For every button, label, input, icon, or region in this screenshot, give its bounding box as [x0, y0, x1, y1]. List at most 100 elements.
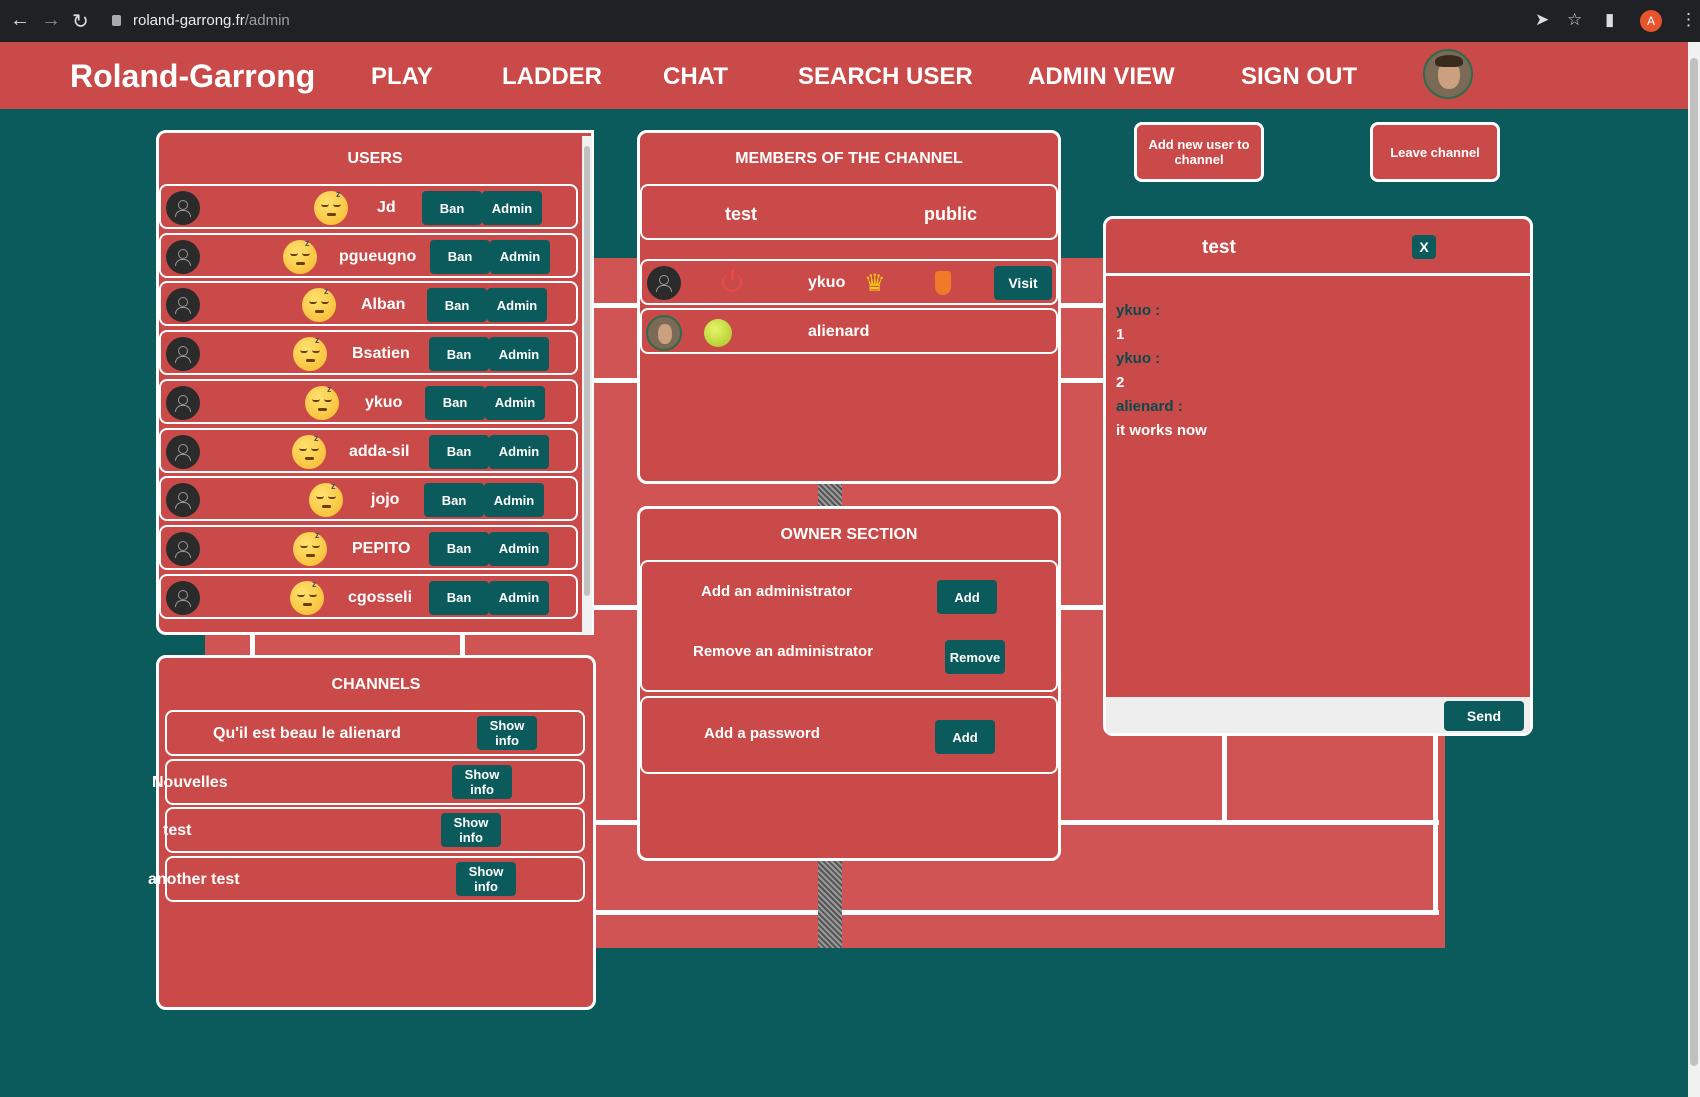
- users-scrollbar[interactable]: [582, 136, 592, 634]
- message-author: ykuo :: [1116, 302, 1161, 319]
- show-info-button[interactable]: Show info: [477, 716, 537, 750]
- reload-icon[interactable]: ↻: [72, 9, 89, 34]
- leave-channel-button[interactable]: Leave channel: [1370, 122, 1500, 182]
- message-author: alienard :: [1116, 398, 1183, 415]
- ban-button[interactable]: Ban: [429, 337, 489, 372]
- forward-icon[interactable]: →: [41, 9, 61, 32]
- sleeping-face-icon: z: [290, 579, 324, 615]
- nav-play[interactable]: PLAY: [371, 63, 433, 91]
- channel-info-row: test public: [640, 184, 1058, 240]
- nav-search-user[interactable]: SEARCH USER: [798, 63, 973, 91]
- admin-button[interactable]: Admin: [489, 531, 549, 566]
- user-row: z Jd Ban Admin: [159, 184, 578, 229]
- show-info-button[interactable]: Show info: [441, 813, 501, 847]
- ban-button[interactable]: Ban: [429, 580, 489, 615]
- admin-button[interactable]: Admin: [487, 288, 547, 323]
- show-info-button[interactable]: Show info: [452, 764, 512, 799]
- channel-row: Nouvelles Show info: [152, 758, 585, 805]
- message-text: it works now: [1116, 422, 1207, 439]
- owner-title: OWNER SECTION: [780, 526, 918, 543]
- user-row: z adda-sil Ban Admin: [159, 427, 578, 473]
- profile-avatar[interactable]: A: [1640, 10, 1662, 32]
- add-admin-label: Add an administrator: [701, 583, 852, 600]
- channel-type: public: [924, 204, 977, 224]
- member-avatar: [646, 315, 682, 351]
- send-icon[interactable]: ➤: [1535, 10, 1549, 30]
- send-button[interactable]: Send: [1444, 701, 1524, 731]
- nav-admin-view[interactable]: ADMIN VIEW: [1028, 63, 1175, 91]
- close-chat-button[interactable]: X: [1412, 235, 1436, 259]
- hand-icon[interactable]: [935, 271, 951, 295]
- chat-title: test: [1202, 237, 1236, 258]
- user-name: PEPITO: [352, 539, 411, 557]
- court-line: [594, 910, 1439, 915]
- admin-button[interactable]: Admin: [484, 483, 544, 518]
- sleeping-face-icon: z: [293, 530, 327, 566]
- channel-name: Nouvelles: [152, 773, 228, 791]
- admin-button[interactable]: Admin: [485, 385, 545, 420]
- admin-button[interactable]: Admin: [489, 580, 549, 615]
- sleeping-face-icon: z: [309, 481, 343, 518]
- admin-button[interactable]: Admin: [489, 337, 549, 372]
- sleeping-face-icon: z: [292, 433, 326, 469]
- nav-sign-out[interactable]: SIGN OUT: [1241, 63, 1357, 91]
- user-name: Jd: [377, 199, 396, 216]
- user-avatar: [166, 483, 200, 518]
- remove-admin-button[interactable]: Remove: [945, 640, 1005, 674]
- channel-row: test Show info: [163, 807, 585, 853]
- star-icon[interactable]: ☆: [1567, 10, 1582, 30]
- sleeping-face-icon: z: [314, 189, 348, 225]
- message-author: ykuo :: [1116, 350, 1161, 367]
- sleeping-face-icon: z: [283, 238, 317, 274]
- ban-button[interactable]: Ban: [429, 434, 489, 469]
- channel-name: test: [163, 822, 192, 839]
- nav-chat[interactable]: CHAT: [663, 63, 728, 91]
- user-name: Bsatien: [352, 345, 410, 363]
- user-row: z Bsatien Ban Admin: [159, 330, 578, 376]
- admin-button[interactable]: Admin: [490, 239, 550, 274]
- channel-name: test: [725, 204, 758, 224]
- admin-button[interactable]: Admin: [482, 191, 542, 225]
- member-name: alienard: [808, 323, 870, 340]
- ban-button[interactable]: Ban: [425, 385, 485, 420]
- back-icon[interactable]: ←: [10, 9, 30, 32]
- show-info-button[interactable]: Show info: [456, 861, 516, 896]
- sidebar-icon[interactable]: ▮: [1605, 10, 1614, 30]
- ban-button[interactable]: Ban: [424, 483, 484, 518]
- ban-button[interactable]: Ban: [422, 191, 482, 225]
- channel-row: Qu'il est beau le alienard Show info: [165, 710, 585, 756]
- crown-icon: ♛: [864, 270, 886, 297]
- user-name: adda-sil: [349, 442, 410, 460]
- remove-admin-label: Remove an administrator: [693, 643, 874, 660]
- add-password-button[interactable]: Add: [935, 720, 995, 754]
- brand-logo[interactable]: Roland-Garrong: [70, 58, 315, 95]
- ban-button[interactable]: Ban: [427, 288, 487, 323]
- site-header: Roland-Garrong PLAY LADDER CHAT SEARCH U…: [0, 42, 1688, 109]
- user-avatar: [166, 191, 200, 225]
- channels-title: CHANNELS: [331, 676, 421, 693]
- user-avatar[interactable]: [1423, 49, 1473, 99]
- user-avatar: [166, 580, 200, 615]
- sleeping-face-icon: z: [293, 335, 327, 372]
- lock-icon: [112, 15, 121, 26]
- admin-button[interactable]: Admin: [489, 434, 549, 469]
- visit-button[interactable]: Visit: [994, 266, 1052, 300]
- sleeping-face-icon: z: [302, 286, 336, 323]
- user-avatar: [166, 531, 200, 566]
- menu-icon[interactable]: ⋮: [1680, 10, 1697, 30]
- user-row: z cgosseli Ban Admin: [159, 573, 578, 619]
- member-name: ykuo: [808, 274, 846, 291]
- nav-ladder[interactable]: LADDER: [502, 63, 602, 91]
- power-icon-stem: [731, 269, 734, 280]
- address-bar[interactable]: roland-garrong.fr/admin: [112, 8, 1532, 34]
- ban-button[interactable]: Ban: [429, 531, 489, 566]
- member-avatar: [647, 266, 681, 300]
- page-scrollbar[interactable]: [1688, 42, 1700, 1097]
- add-admin-button[interactable]: Add: [937, 580, 997, 614]
- ban-button[interactable]: Ban: [430, 239, 490, 274]
- add-user-to-channel-button[interactable]: Add new user to channel: [1134, 122, 1264, 182]
- user-avatar: [166, 337, 200, 372]
- channel-name: another test: [148, 870, 240, 888]
- chat-input-bar[interactable]: Send: [1106, 697, 1530, 733]
- court-line: [1222, 730, 1227, 825]
